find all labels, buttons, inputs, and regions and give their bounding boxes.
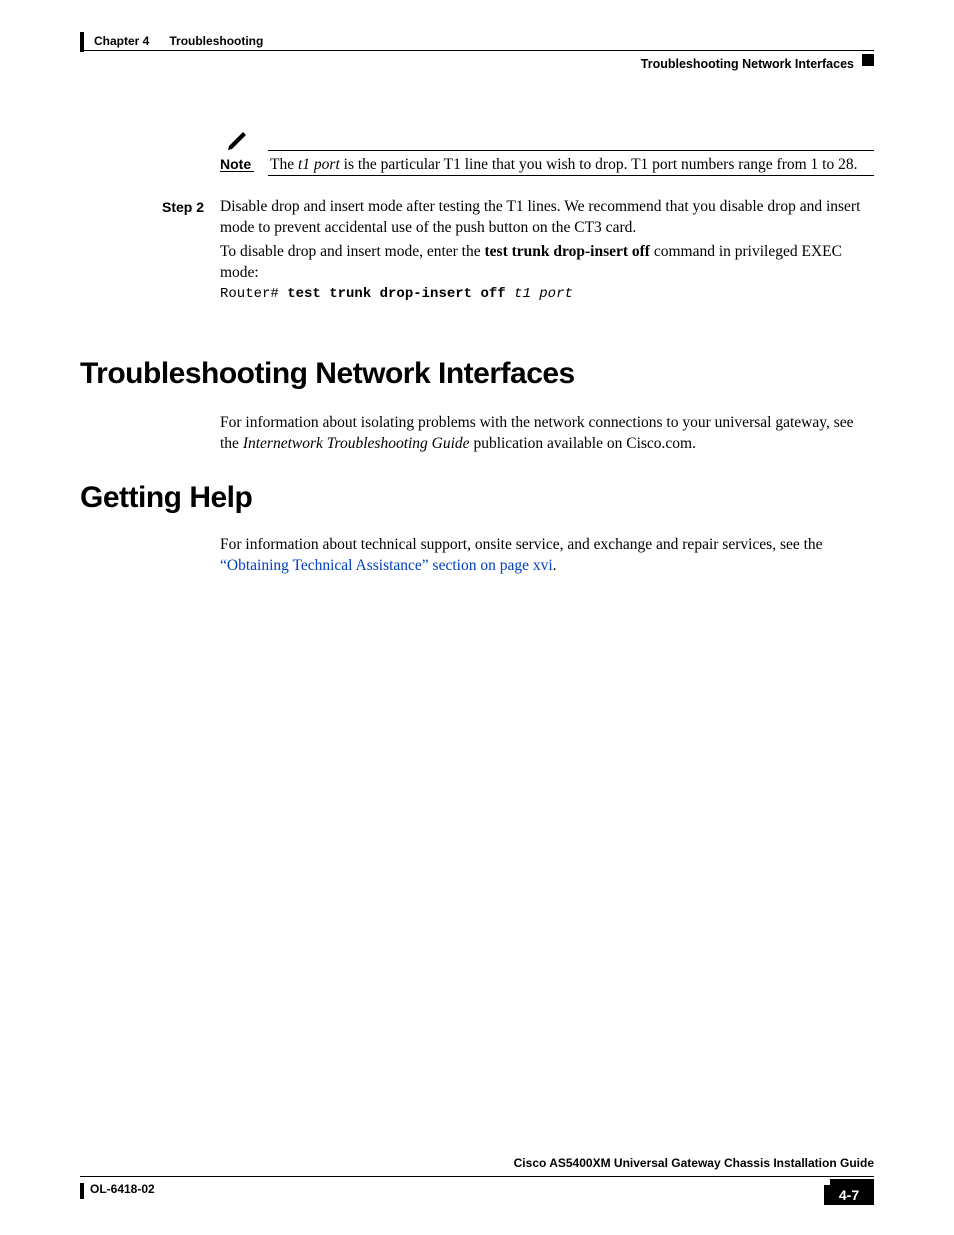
footer-rule xyxy=(80,1176,874,1177)
gh-paragraph: For information about technical support,… xyxy=(220,535,874,577)
code-prompt: Router# xyxy=(220,286,287,302)
code-arg: t1 port xyxy=(506,286,573,302)
footer-guide-title: Cisco AS5400XM Universal Gateway Chassis… xyxy=(514,1155,874,1171)
note-bottom-rule xyxy=(268,175,874,176)
header-section: Troubleshooting Network Interfaces xyxy=(641,56,854,73)
pencil-icon xyxy=(226,128,250,152)
footer-page-number: 4-7 xyxy=(824,1185,874,1205)
gh-text-pre: For information about technical support,… xyxy=(220,536,823,553)
gh-link[interactable]: “Obtaining Technical Assistance” section… xyxy=(220,557,553,574)
footer-doc-number: OL-6418-02 xyxy=(90,1181,155,1197)
header-chapter: Chapter 4 Troubleshooting xyxy=(94,33,263,49)
footer-doc-accent xyxy=(80,1183,84,1199)
heading-troubleshooting-network-interfaces: Troubleshooting Network Interfaces xyxy=(80,354,575,395)
tni-paragraph: For information about isolating problems… xyxy=(220,413,874,455)
step-p2-pre: To disable drop and insert mode, enter t… xyxy=(220,243,485,260)
note-text-post: is the particular T1 line that you wish … xyxy=(340,156,858,173)
step-para-2: To disable drop and insert mode, enter t… xyxy=(220,242,874,284)
tni-text-em: Internetwork Troubleshooting Guide xyxy=(243,435,470,452)
gh-text-post: . xyxy=(553,557,557,574)
note-label-underline xyxy=(220,171,254,172)
note-text-pre: The xyxy=(270,156,298,173)
page: Chapter 4 Troubleshooting Troubleshootin… xyxy=(0,0,954,1235)
note-top-rule xyxy=(268,150,874,151)
step-label: Step 2 xyxy=(162,198,204,217)
header-rule xyxy=(80,50,874,51)
note-body: The t1 port is the particular T1 line th… xyxy=(270,155,874,176)
step-code: Router# test trunk drop-insert off t1 po… xyxy=(220,285,874,304)
note-text-em: t1 port xyxy=(298,156,340,173)
step-para-1: Disable drop and insert mode after testi… xyxy=(220,197,874,239)
code-command: test trunk drop-insert off xyxy=(287,286,505,302)
header-end-block xyxy=(862,54,874,66)
tni-text-post: publication available on Cisco.com. xyxy=(470,435,696,452)
step-p2-command: test trunk drop-insert off xyxy=(485,243,650,260)
heading-getting-help: Getting Help xyxy=(80,478,252,519)
header-accent-bar xyxy=(80,32,84,52)
